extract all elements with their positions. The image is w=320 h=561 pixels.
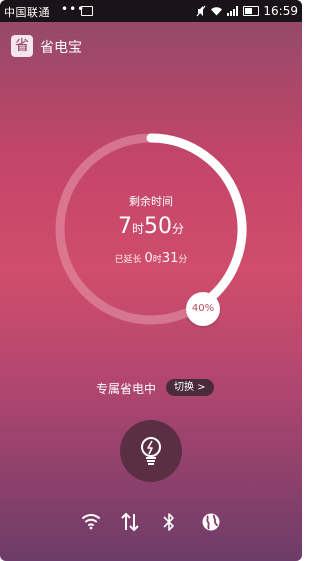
mode-label: 专属省电中 (96, 382, 157, 396)
battery-percent-badge: 40% (186, 292, 220, 326)
switch-mode-button[interactable]: 切换 > (166, 379, 214, 396)
remaining-time-label: 剩余时间 (129, 195, 173, 208)
extended-time: 已延长 0时31分 (0, 251, 302, 266)
extended-hours-unit: 时 (152, 255, 162, 265)
minutes-unit: 分 (172, 222, 185, 236)
extended-minutes: 31 (161, 251, 179, 266)
lightbulb-icon (141, 437, 161, 465)
globe-icon[interactable] (201, 512, 221, 532)
extended-label: 已延长 (114, 255, 142, 265)
data-transfer-icon[interactable] (121, 512, 139, 532)
wifi-icon[interactable] (81, 512, 101, 530)
remaining-minutes: 50 (144, 214, 172, 239)
phone-screen: 中国联通 ••• 16:59 省 省电宝 剩余时间 7时50分 已延长 0时31… (0, 0, 302, 561)
bluetooth-icon[interactable] (162, 512, 176, 532)
extended-minutes-unit: 分 (178, 255, 188, 265)
remaining-hours: 7 (117, 214, 132, 239)
hours-unit: 时 (131, 222, 144, 236)
extended-hours: 0 (144, 251, 153, 266)
power-save-button[interactable] (120, 420, 182, 482)
remaining-time: 7时50分 (0, 214, 302, 239)
